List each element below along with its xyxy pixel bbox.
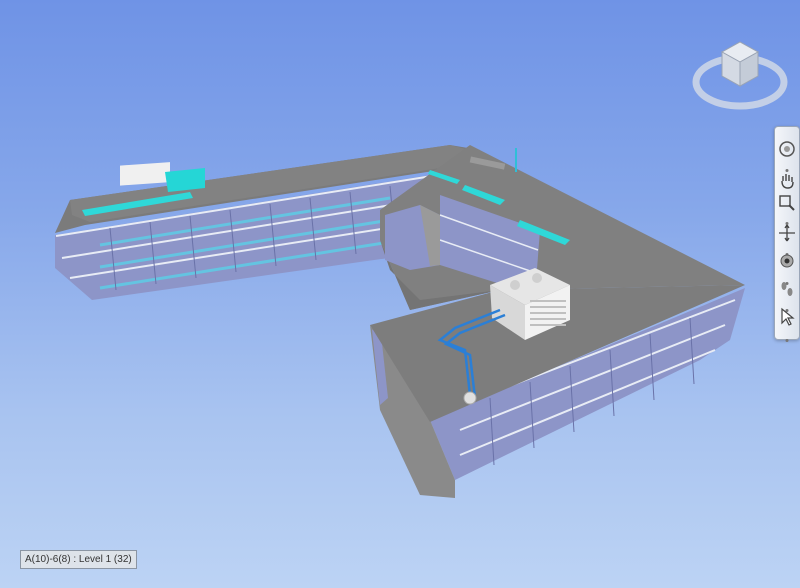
walk-button[interactable]: [777, 279, 797, 299]
full-navigation-wheel-button[interactable]: [777, 139, 797, 159]
model-viewport[interactable]: [0, 0, 800, 588]
selection-status-label: A(10)-6(8) : Level 1 (32): [20, 550, 137, 569]
navbar-separator: [778, 330, 796, 342]
full-navigation-wheel-icon: [779, 141, 795, 157]
orbit-icon: [779, 224, 795, 242]
select-cursor-icon: [781, 307, 795, 326]
view-cube[interactable]: [692, 30, 788, 114]
walk-icon: [781, 282, 793, 296]
orbit-button[interactable]: [777, 223, 797, 243]
pan-button[interactable]: [777, 171, 797, 191]
select-button[interactable]: [777, 307, 797, 327]
zoom-icon: [779, 195, 795, 211]
zoom-button[interactable]: [777, 193, 797, 213]
navbar-separator: [778, 273, 796, 285]
building-model: [55, 145, 745, 498]
cooling-tower-fan: [510, 280, 520, 290]
rooftop-ahu-duct-left: [165, 168, 205, 192]
navbar-separator: [778, 160, 796, 172]
look-icon: [780, 254, 794, 268]
view-cube-icon: [692, 41, 788, 110]
rooftop-ahu-unit-left: [120, 162, 170, 186]
navigation-bar: [774, 126, 800, 342]
navbar-separator: [778, 300, 796, 312]
rooftop-fan-unit: [463, 391, 477, 405]
look-button[interactable]: [777, 251, 797, 271]
cooling-tower-fan: [532, 273, 542, 283]
pan-hand-icon: [781, 174, 794, 189]
navbar-separator: [778, 213, 796, 225]
navbar-separator: [778, 244, 796, 256]
